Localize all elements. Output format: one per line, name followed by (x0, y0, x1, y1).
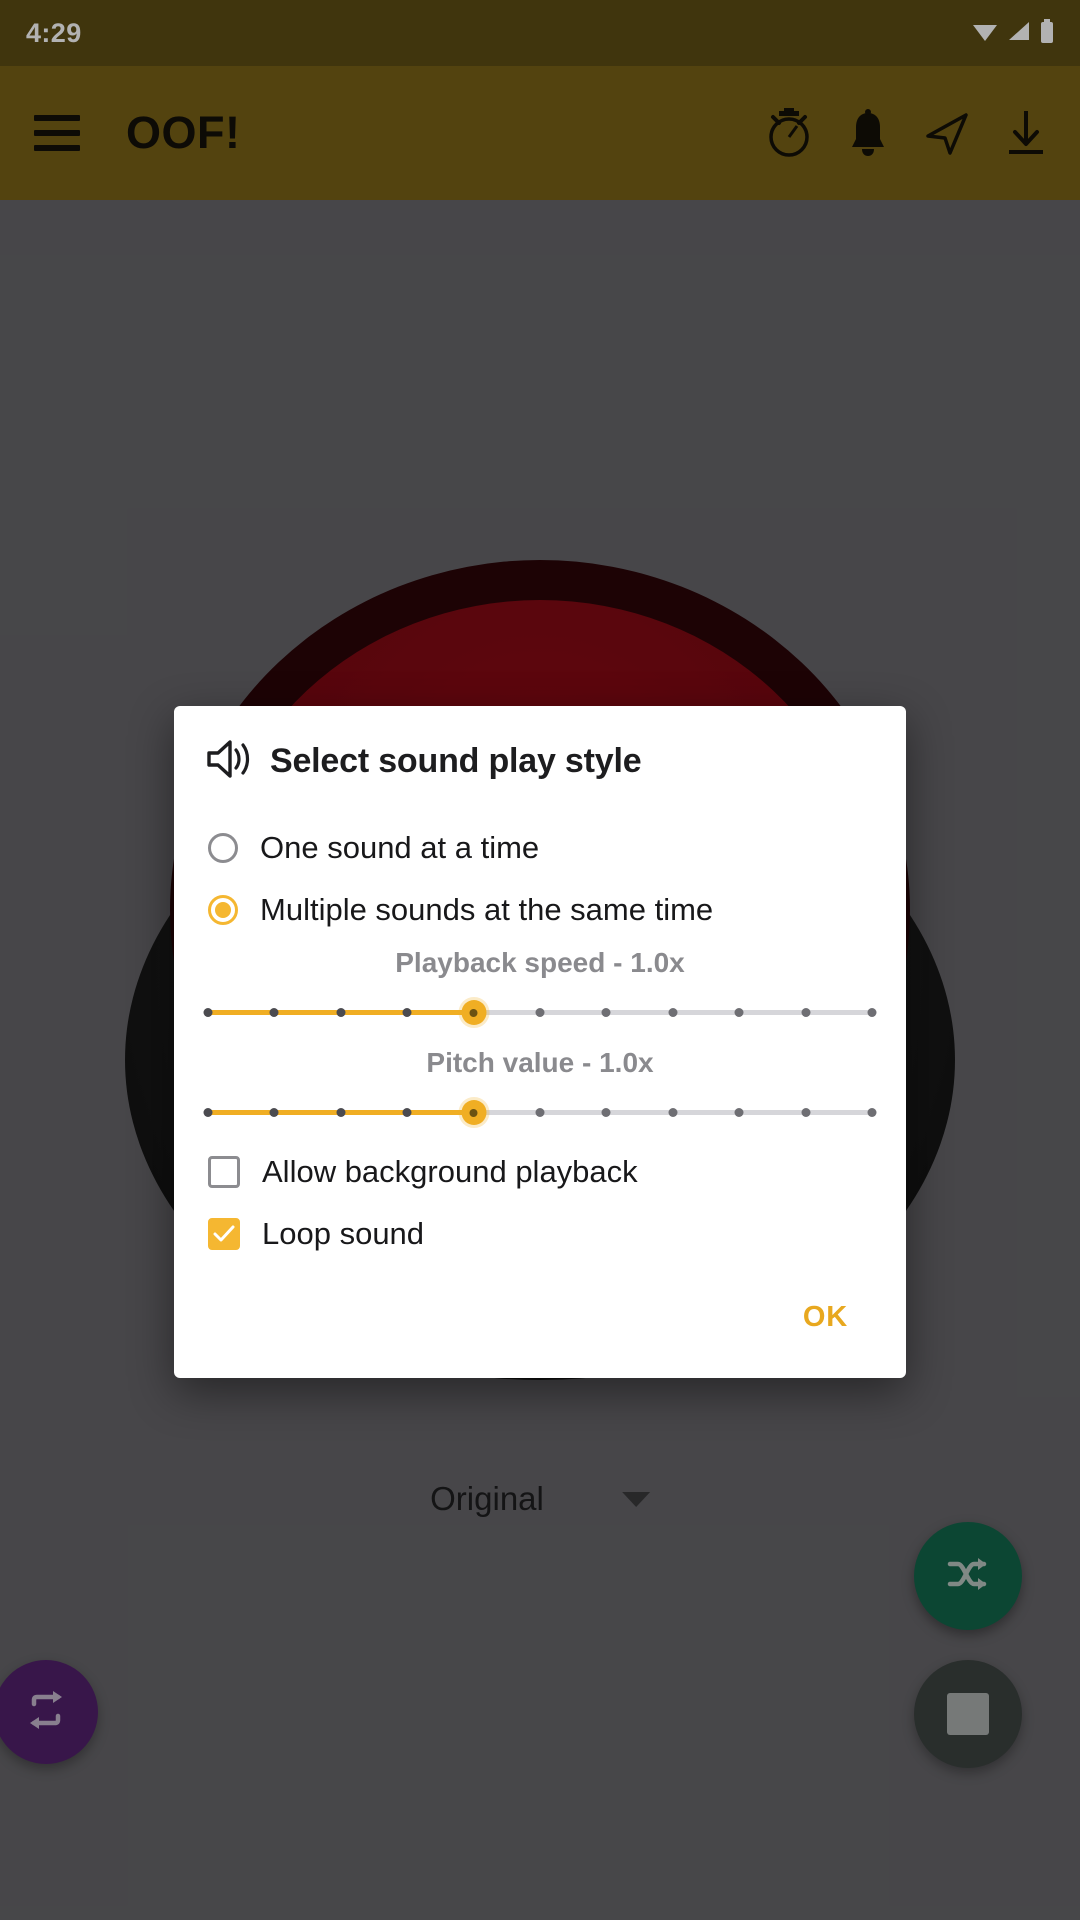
slider-tick[interactable] (535, 1008, 545, 1017)
checkbox-label: Allow background playback (262, 1154, 638, 1189)
slider-tick[interactable] (668, 1108, 678, 1117)
slider-tick[interactable] (601, 1108, 611, 1117)
slider-tick[interactable] (734, 1008, 744, 1017)
pitch-value-slider[interactable] (203, 1097, 877, 1127)
checkbox-unchecked-icon (208, 1156, 240, 1188)
slider-tick[interactable] (601, 1008, 611, 1017)
pitch-value-block: Pitch value - 1.0x (174, 1041, 906, 1127)
ok-button[interactable]: OK (787, 1291, 864, 1344)
checkbox-label: Loop sound (262, 1216, 425, 1251)
radio-dot (215, 902, 231, 918)
slider-tick[interactable] (402, 1008, 412, 1017)
checkbox-loop-sound[interactable]: Loop sound (174, 1203, 906, 1265)
slider-tick[interactable] (269, 1008, 279, 1017)
slider-tick[interactable] (801, 1008, 811, 1017)
dialog-title-row: Select sound play style (174, 738, 906, 785)
playback-speed-label: Playback speed - 1.0x (395, 947, 685, 978)
radio-selected-icon (208, 895, 238, 925)
slider-thumb[interactable] (461, 1100, 487, 1125)
dialog-actions: OK (174, 1265, 906, 1378)
slider-tick[interactable] (867, 1108, 877, 1117)
pitch-value-label: Pitch value - 1.0x (426, 1047, 654, 1078)
playback-speed-slider[interactable] (203, 997, 877, 1027)
slider-tick[interactable] (734, 1108, 744, 1117)
radio-option-label: Multiple sounds at the same time (260, 892, 714, 927)
sound-play-style-dialog: Select sound play style One sound at a t… (174, 706, 906, 1378)
slider-thumb[interactable] (461, 1000, 487, 1025)
dialog-title: Select sound play style (270, 742, 642, 780)
radio-option-label: One sound at a time (260, 830, 540, 865)
slider-tick[interactable] (867, 1008, 877, 1017)
playback-speed-block: Playback speed - 1.0x (174, 941, 906, 1027)
radio-unselected-icon (208, 833, 238, 863)
app-root: 4:29 OOF! Original Select sound play sty… (0, 0, 1080, 1920)
radio-option-multiple-sounds[interactable]: Multiple sounds at the same time (174, 879, 906, 941)
slider-tick[interactable] (668, 1008, 678, 1017)
slider-tick[interactable] (402, 1108, 412, 1117)
slider-tick[interactable] (336, 1008, 346, 1017)
slider-tick[interactable] (269, 1108, 279, 1117)
checkbox-checked-icon (208, 1218, 240, 1250)
radio-option-one-sound[interactable]: One sound at a time (174, 817, 906, 879)
slider-tick[interactable] (535, 1108, 545, 1117)
slider-tick[interactable] (801, 1108, 811, 1117)
checkbox-allow-background-playback[interactable]: Allow background playback (174, 1141, 906, 1203)
slider-tick[interactable] (203, 1108, 213, 1117)
slider-tick[interactable] (203, 1008, 213, 1017)
slider-tick[interactable] (336, 1108, 346, 1117)
speaker-volume-icon (206, 738, 252, 785)
